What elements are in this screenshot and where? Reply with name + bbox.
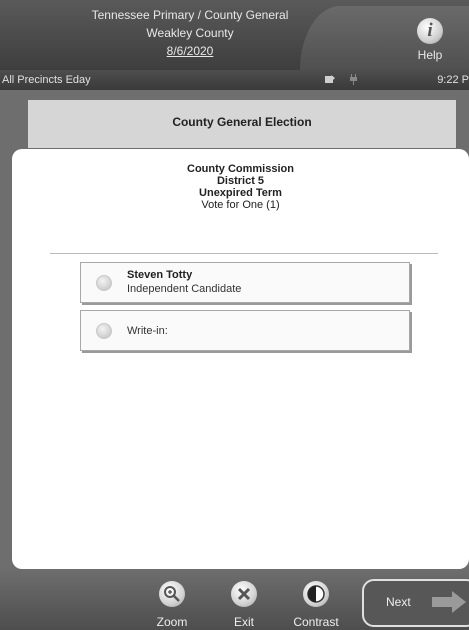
county-name: Weakley County <box>146 26 234 40</box>
write-in-option[interactable]: Write-in: <box>80 310 410 351</box>
election-info: Tennessee Primary / County General Weakl… <box>40 6 340 60</box>
election-title-bar: County General Election <box>28 100 456 148</box>
next-label: Next <box>386 595 411 609</box>
divider <box>50 253 438 254</box>
close-icon <box>231 581 257 607</box>
status-bar: All Precincts Eday 9:22 P <box>0 70 469 90</box>
exit-button[interactable]: Exit <box>214 581 274 629</box>
footer-bar: Zoom Exit Contrast Next <box>0 570 469 630</box>
ballot-panel: County Commission District 5 Unexpired T… <box>12 149 469 569</box>
vote-instruction: Vote for One (1) <box>201 199 280 211</box>
exit-label: Exit <box>233 615 254 629</box>
header-bar: Tennessee Primary / County General Weakl… <box>0 0 469 70</box>
contest-office: County Commission <box>187 163 294 175</box>
precinct-label: All Precincts Eday <box>2 74 91 86</box>
next-button[interactable]: Next <box>362 579 469 627</box>
arrow-right-icon <box>432 591 466 613</box>
zoom-label: Zoom <box>156 615 188 629</box>
candidate-name: Steven Totty <box>127 269 193 281</box>
candidate-party: Independent Candidate <box>127 283 242 295</box>
clock-time: 9:22 P <box>437 74 469 86</box>
contrast-label: Contrast <box>293 615 339 629</box>
contest-term: Unexpired Term <box>199 187 282 199</box>
help-label: Help <box>417 48 443 62</box>
help-button[interactable]: i Help <box>406 18 454 68</box>
info-icon: i <box>417 18 443 44</box>
contest-district: District 5 <box>216 175 265 187</box>
plug-icon <box>350 74 357 85</box>
radio-button[interactable] <box>96 323 112 339</box>
zoom-icon <box>159 581 185 607</box>
contrast-button[interactable]: Contrast <box>286 581 346 629</box>
election-name: Tennessee Primary / County General <box>91 8 289 22</box>
radio-button[interactable] <box>96 275 112 291</box>
contest-header: County Commission District 5 Unexpired T… <box>12 163 469 211</box>
write-in-label: Write-in: <box>127 325 168 337</box>
election-title: County General Election <box>172 115 312 129</box>
candidate-option[interactable]: Steven Totty Independent Candidate <box>80 262 410 303</box>
card-icon <box>325 75 335 83</box>
zoom-button[interactable]: Zoom <box>142 581 202 629</box>
election-date: 8/6/2020 <box>166 44 214 58</box>
contrast-icon <box>303 581 329 607</box>
